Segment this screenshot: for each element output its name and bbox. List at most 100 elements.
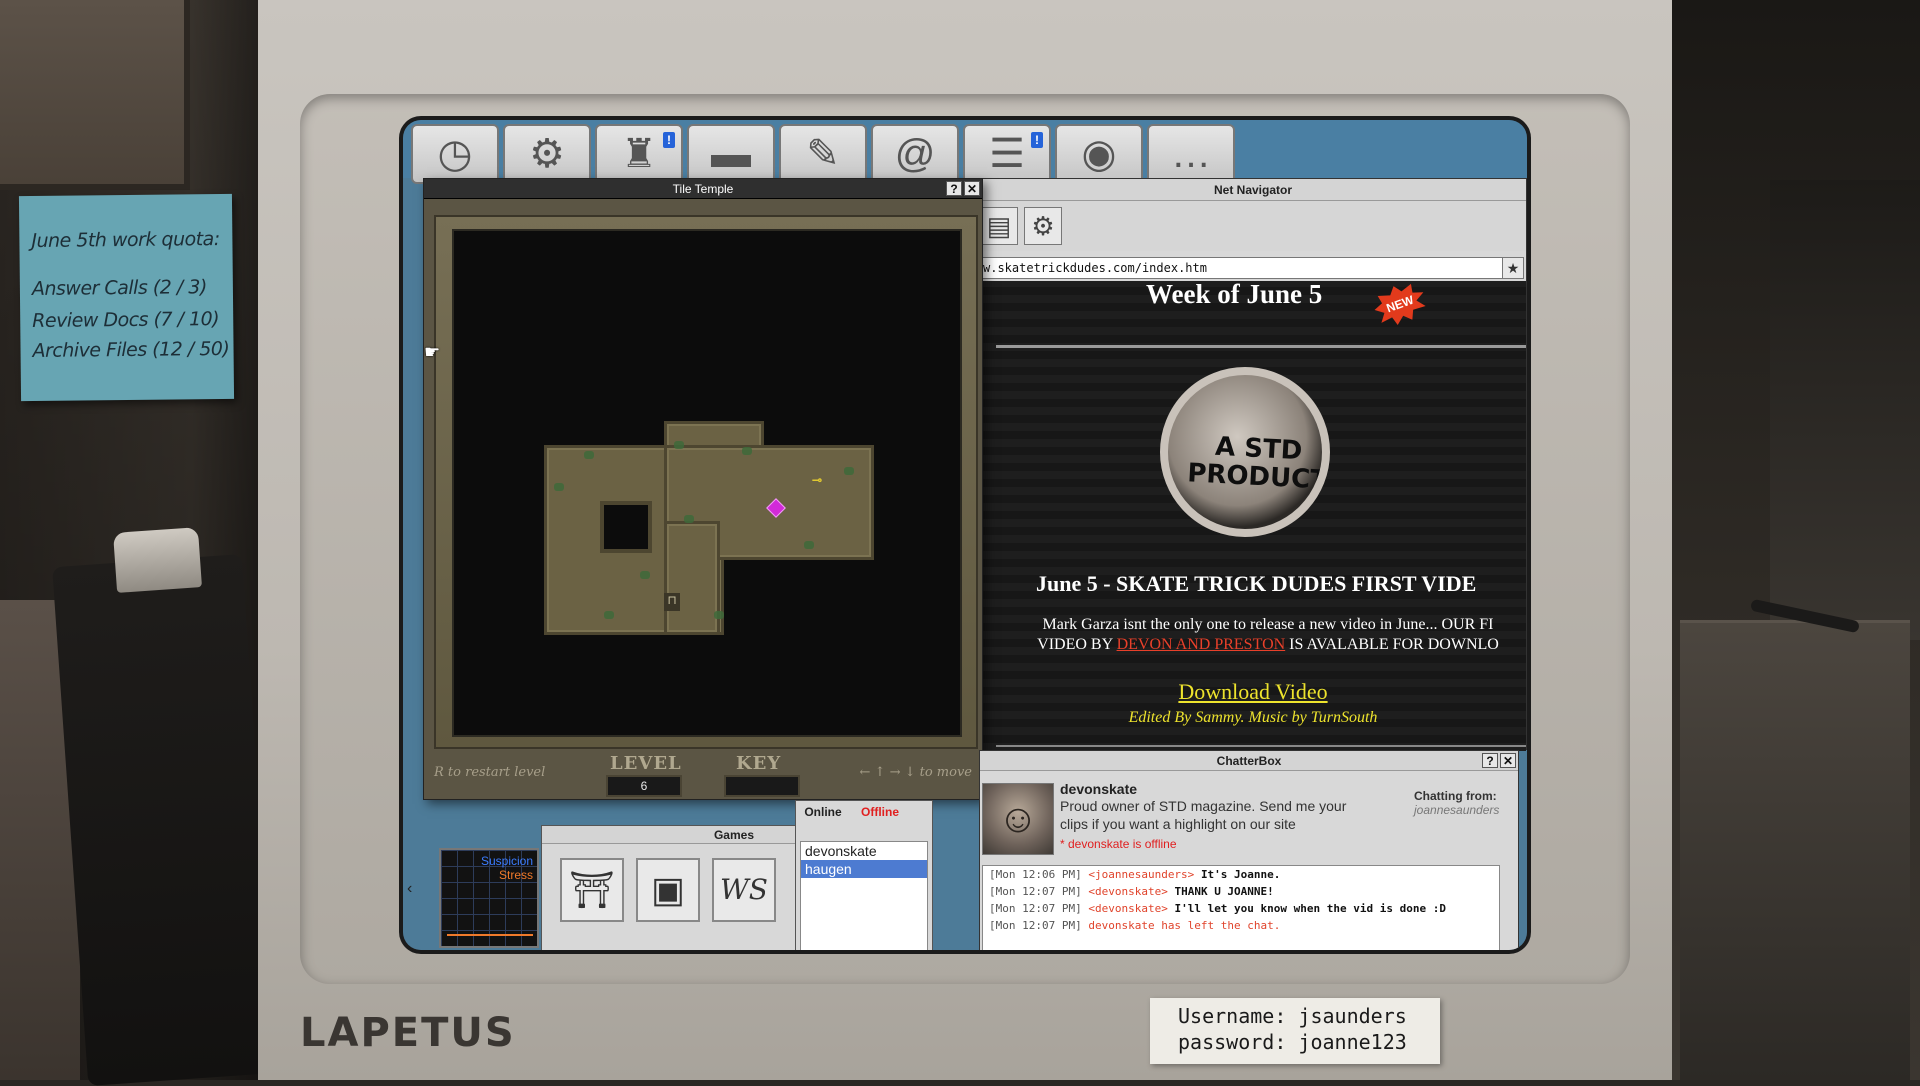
- moss: [604, 611, 614, 619]
- chat-bubble-icon[interactable]: …: [1147, 124, 1235, 184]
- timestamp: [Mon 12:06 PM]: [989, 868, 1082, 881]
- clipboard-email-icon[interactable]: @: [871, 124, 959, 184]
- devon-preston-link[interactable]: DEVON AND PRESTON: [1117, 636, 1286, 653]
- help-button[interactable]: ?: [1482, 753, 1498, 768]
- lock-icon: ⊓: [664, 593, 680, 611]
- moss: [554, 483, 564, 491]
- moss: [804, 541, 814, 549]
- chat-message: [Mon 12:07 PM] <devonskate> THANK U JOAN…: [983, 883, 1499, 900]
- gear-icon[interactable]: ⚙: [503, 124, 591, 184]
- chatting-from-label: Chatting from:: [1414, 789, 1497, 803]
- game-footer: R to restart level LEVEL 6 KEY ← ↑ → ↓ t…: [424, 751, 982, 801]
- chat-message: [Mon 12:07 PM] devonskate has left the c…: [983, 917, 1499, 934]
- bookmark-star-icon[interactable]: ★: [1502, 257, 1524, 279]
- mouse-cursor-icon: ☛: [424, 342, 441, 362]
- games-window: Games ⛩ ▣ WS: [541, 825, 801, 950]
- video-thumbnail[interactable]: A STD PRODUCTION: [1160, 367, 1330, 537]
- offline-status: * devonskate is offline: [1060, 837, 1177, 851]
- sender: <devonskate>: [1088, 885, 1168, 898]
- folder-icon[interactable]: ▬: [687, 124, 775, 184]
- divider: [996, 745, 1526, 747]
- window-title-bar[interactable]: Tile Temple ? ✕: [424, 179, 982, 199]
- restart-hint: R to restart level: [434, 765, 546, 780]
- disc-icon[interactable]: ◉: [1055, 124, 1143, 184]
- clipboard: [52, 554, 278, 1086]
- clock-icon[interactable]: ◷: [411, 124, 499, 184]
- chat-message: [Mon 12:07 PM] <devonskate> I'll let you…: [983, 900, 1499, 917]
- contact-bio: Proud owner of STD magazine. Send me you…: [1060, 798, 1347, 832]
- timestamp: [Mon 12:07 PM]: [989, 902, 1082, 915]
- notepad-icon[interactable]: ☰!: [963, 124, 1051, 184]
- tab-online[interactable]: Online: [798, 803, 848, 821]
- moss: [684, 515, 694, 523]
- notification-badge: !: [663, 132, 675, 148]
- close-button[interactable]: ✕: [1500, 753, 1516, 768]
- new-badge: NEW: [1369, 281, 1431, 331]
- page-week-heading: Week of June 5: [1146, 281, 1323, 309]
- stress-label: Stress: [498, 868, 533, 882]
- avatar: ☺: [982, 783, 1054, 855]
- system-notice: devonskate has left the chat.: [1088, 919, 1281, 932]
- moss: [844, 467, 854, 475]
- level-label: LEVEL: [610, 753, 682, 774]
- password-line: password: joanne123: [1178, 1030, 1407, 1054]
- right-shelf: [1770, 180, 1920, 640]
- taskbar: ◷ ⚙ ♜! ▬ ✎ @ ☰! ◉ …: [403, 120, 1527, 184]
- dungeon-room: [664, 521, 720, 635]
- message-text: It's Joanne.: [1200, 868, 1281, 881]
- games-title: Games: [542, 826, 800, 844]
- ws-game-icon[interactable]: WS: [712, 858, 776, 922]
- move-hint: ← ↑ → ↓ to move: [859, 765, 972, 780]
- buddy-devonskate[interactable]: devonskate: [801, 842, 927, 860]
- address-bar[interactable]: w.skatetrickdudes.com/index.htm: [980, 257, 1510, 279]
- timestamp: [Mon 12:07 PM]: [989, 885, 1082, 898]
- moss: [674, 441, 684, 449]
- window-title: Net Navigator: [980, 179, 1526, 201]
- contact-name: devonskate: [1060, 781, 1138, 797]
- chat-log[interactable]: [Mon 12:06 PM] <joannesaunders> It's Joa…: [982, 865, 1500, 950]
- username-line: Username: jsaunders: [1178, 1004, 1407, 1028]
- sender: <joannesaunders>: [1088, 868, 1195, 881]
- chat-message: [Mon 12:06 PM] <joannesaunders> It's Joa…: [983, 866, 1499, 883]
- game-board[interactable]: ⊸ ⊓: [452, 229, 962, 737]
- document-pen-icon[interactable]: ✎: [779, 124, 867, 184]
- buddy-list: devonskate haugen: [800, 841, 928, 950]
- suspicion-label: Suspicion: [480, 854, 533, 868]
- suspicion-stress-meter: Suspicion Stress: [439, 848, 539, 948]
- key-label: KEY: [736, 753, 782, 774]
- timestamp: [Mon 12:07 PM]: [989, 919, 1082, 932]
- blocks-game-icon[interactable]: ▣: [636, 858, 700, 922]
- chatterbox-window: ChatterBox ? ✕ ☺ devonskate Proud owner …: [979, 750, 1519, 950]
- sender: <devonskate>: [1088, 902, 1168, 915]
- key-icon: ⊸: [812, 473, 823, 487]
- scroll-left-arrow-icon[interactable]: ‹: [407, 880, 412, 898]
- browser-toolbar: ▤ ⚙: [980, 201, 1526, 251]
- bookmarks-book-icon[interactable]: ▤: [980, 207, 1018, 245]
- chatting-from-user: joannesaunders: [1414, 803, 1500, 817]
- settings-gear-icon[interactable]: ⚙: [1024, 207, 1062, 245]
- wall-board: [0, 0, 190, 190]
- help-button[interactable]: ?: [946, 181, 962, 196]
- key-value: [724, 775, 800, 797]
- article-line-1: Mark Garza isnt the only one to release …: [1042, 616, 1494, 633]
- temple-game-icon[interactable]: ⛩: [560, 858, 624, 922]
- buddy-haugen[interactable]: haugen: [801, 860, 927, 878]
- tile-temple-window: Tile Temple ? ✕ ⊸ ⊓ R to restart level L…: [423, 178, 983, 800]
- game-frame: ⊸ ⊓: [434, 215, 978, 749]
- message-text: I'll let you know when the vid is done :…: [1174, 902, 1446, 915]
- close-button[interactable]: ✕: [964, 181, 980, 196]
- credentials-note: Username: jsaunders password: joanne123: [1150, 998, 1440, 1064]
- pit: [600, 501, 652, 553]
- stress-line: [447, 926, 533, 936]
- article-line-2: VIDEO BY DEVON AND PRESTON IS AVALABLE F…: [1008, 635, 1526, 655]
- net-navigator-window: Net Navigator ▤ ⚙ w.skatetrickdudes.com/…: [979, 178, 1527, 751]
- moss: [640, 571, 650, 579]
- download-video-link[interactable]: Download Video: [980, 679, 1526, 705]
- divider: [996, 345, 1526, 348]
- level-value: 6: [606, 775, 682, 797]
- video-thumbnail-caption: A STD PRODUCTION: [1186, 431, 1330, 499]
- stamp-icon[interactable]: ♜!: [595, 124, 683, 184]
- article-headline: June 5 - SKATE TRICK DUDES FIRST VIDE: [1036, 571, 1477, 596]
- tab-offline[interactable]: Offline: [852, 803, 908, 821]
- web-page: Week of June 5 NEW A STD PRODUCTION June…: [980, 281, 1526, 751]
